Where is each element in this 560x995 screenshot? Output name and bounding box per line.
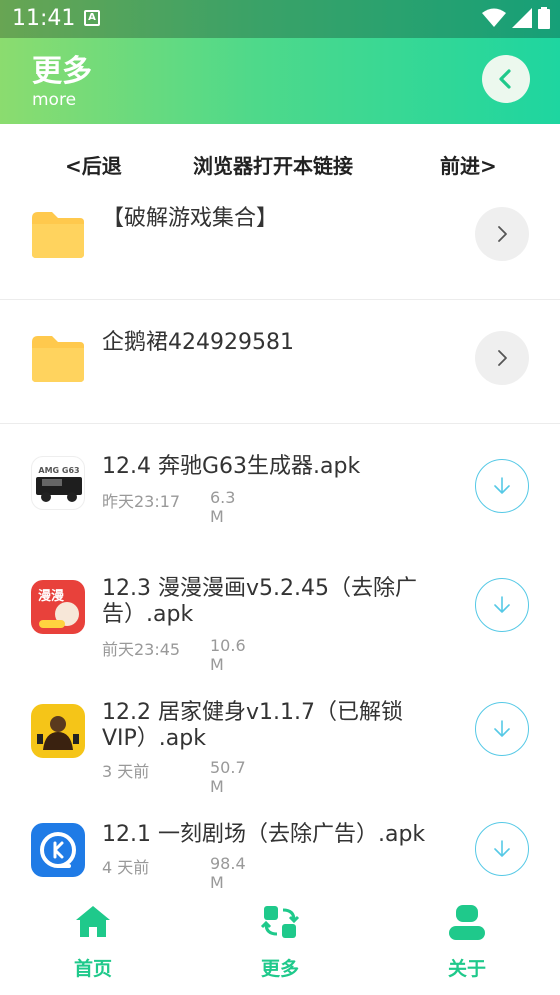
download-icon [494, 596, 510, 613]
tab-more[interactable]: 更多 [230, 902, 330, 992]
user-icon [449, 905, 485, 940]
folder-title: 企鹅裙424929581 [102, 330, 294, 355]
back-button[interactable] [482, 55, 530, 103]
file-title: 12.2 居家健身v1.1.7（已解锁VIP）.apk [102, 700, 403, 751]
open-folder-button[interactable] [475, 207, 529, 261]
app-icon-manman: 漫漫 [31, 580, 85, 634]
app-icon-yike [31, 823, 85, 877]
tab-more-label: 更多 [260, 958, 299, 980]
battery-icon [538, 7, 550, 29]
status-icons [482, 7, 550, 29]
file-size: 6.3 M [210, 488, 236, 526]
tab-home[interactable]: 首页 [43, 902, 143, 992]
browser-back-button[interactable]: <后退 [65, 150, 122, 179]
status-time: 11:41 [12, 6, 76, 31]
switch-icon [260, 906, 300, 938]
download-icon [494, 477, 510, 494]
file-date: 前天23:45 [102, 640, 181, 659]
download-icon [494, 720, 510, 737]
chevron-right-icon [498, 350, 507, 366]
wifi-icon [482, 8, 506, 27]
page-title: 更多 [32, 54, 92, 89]
download-button[interactable] [475, 459, 529, 513]
download-button[interactable] [475, 822, 529, 876]
header: 11:41 A 更多 more [0, 0, 560, 124]
file-size: 50.7 M [210, 758, 246, 796]
file-date: 3 天前 [102, 762, 150, 781]
folder-icon [32, 336, 84, 382]
folder-title: 【破解游戏集合】 [102, 206, 279, 231]
file-date: 昨天23:17 [102, 492, 181, 511]
file-title: 12.4 奔驰G63生成器.apk [102, 454, 361, 479]
file-title: 12.1 一刻剧场（去除广告）.apk [102, 822, 426, 847]
download-button[interactable] [475, 702, 529, 756]
folder-icon [32, 212, 84, 258]
download-button[interactable] [475, 578, 529, 632]
open-in-browser-button[interactable]: 浏览器打开本链接 [193, 150, 353, 179]
page-subtitle: more [32, 90, 77, 110]
notification-a-icon: A [84, 10, 100, 26]
file-meta: 3 天前 50.7 M [102, 758, 246, 796]
list-item-file[interactable]: 12.2 居家健身v1.1.7（已解锁VIP）.apk 3 天前 50.7 M [0, 690, 560, 808]
signal-icon [512, 8, 532, 28]
file-meta: 昨天23:17 6.3 M [102, 488, 235, 526]
download-icon [494, 840, 510, 857]
tab-about-label: 关于 [447, 958, 486, 980]
app-icon-label: AMG G63 [38, 466, 79, 475]
browser-forward-button[interactable]: 前进> [440, 150, 497, 179]
app-icon-g63: AMG G63 [31, 456, 85, 510]
status-bar: 11:41 A [0, 0, 560, 38]
file-size: 10.6 M [210, 636, 246, 674]
browser-nav: <后退 浏览器打开本链接 前进> [0, 138, 560, 188]
file-size: 98.4 M [210, 854, 246, 892]
app-icon-fitness [31, 704, 85, 758]
chevron-left-icon [499, 69, 511, 89]
bottom-nav: 首页 更多 关于 [0, 892, 560, 995]
list-item-file[interactable]: 12.1 一刻剧场（去除广告）.apk 4 天前 98.4 M [0, 814, 560, 904]
file-meta: 前天23:45 10.6 M [102, 636, 246, 674]
list-item-folder[interactable]: 企鹅裙424929581 [0, 314, 560, 424]
home-icon [76, 906, 110, 937]
list-item-folder[interactable]: 【破解游戏集合】 [0, 190, 560, 300]
tab-home-label: 首页 [73, 958, 112, 980]
chevron-right-icon [498, 226, 507, 242]
list-item-file[interactable]: AMG G63 12.4 奔驰G63生成器.apk 昨天23:17 6.3 M [0, 442, 560, 552]
file-title: 12.3 漫漫漫画v5.2.45（去除广告）.apk [102, 576, 417, 627]
app-icon-label: 漫漫 [38, 588, 64, 604]
file-meta: 4 天前 98.4 M [102, 854, 246, 892]
open-folder-button[interactable] [475, 331, 529, 385]
file-date: 4 天前 [102, 858, 150, 877]
list-item-file[interactable]: 漫漫 12.3 漫漫漫画v5.2.45（去除广告）.apk 前天23:45 10… [0, 566, 560, 684]
tab-about[interactable]: 关于 [417, 902, 517, 992]
